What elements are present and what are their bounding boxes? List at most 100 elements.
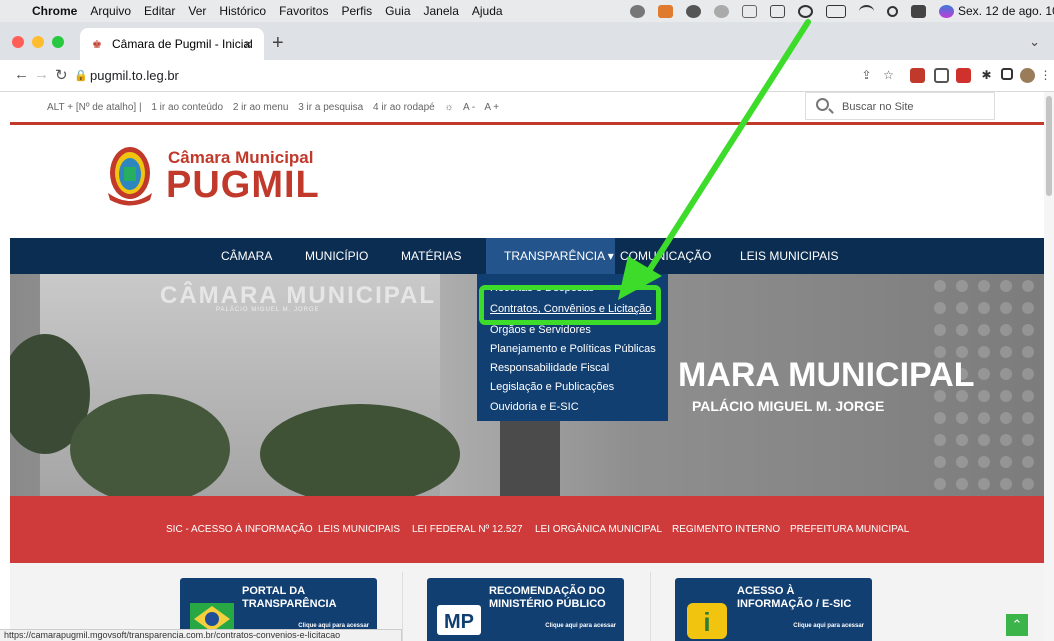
tab-close-icon[interactable]: × <box>244 36 252 52</box>
profile-avatar[interactable] <box>1020 68 1035 83</box>
pdf-extension-icon[interactable] <box>934 68 949 83</box>
battery-icon[interactable] <box>826 4 846 18</box>
link-leis-municipais[interactable]: LEIS MUNICIPAIS <box>318 524 400 535</box>
link-prefeitura[interactable]: PREFEITURA MUNICIPAL <box>790 524 909 535</box>
skip-to-menu-link[interactable]: 2 ir ao menu <box>233 102 289 113</box>
tray-app-icon[interactable] <box>630 4 645 18</box>
siri-icon[interactable] <box>939 4 954 18</box>
dropdown-legislacao-publicacoes[interactable]: Legislação e Publicações <box>490 381 614 393</box>
tray-app-icon[interactable] <box>742 4 757 18</box>
nav-transparencia-label: TRANSPARÊNCIA ▾ <box>504 249 614 263</box>
reload-icon[interactable]: ↻ <box>55 66 68 84</box>
highlight-box <box>479 285 661 325</box>
shortcut-hint: ALT + [Nº de atalho] | <box>47 102 142 113</box>
dropdown-orgaos-servidores[interactable]: Órgãos e Servidores <box>490 324 591 336</box>
menu-perfis[interactable]: Perfis <box>341 4 372 18</box>
hero-dot <box>978 346 990 358</box>
record-icon[interactable] <box>798 4 813 18</box>
hero-dot <box>956 368 968 380</box>
site-logo[interactable]: Câmara Municipal PUGMIL <box>100 140 320 215</box>
back-to-top-button[interactable]: ⌃ <box>1006 614 1028 636</box>
skip-to-search-link[interactable]: 3 ir a pesquisa <box>298 102 363 113</box>
tray-app-icon[interactable] <box>714 4 729 18</box>
tray-app-icon[interactable] <box>686 4 701 18</box>
menu-arquivo[interactable]: Arquivo <box>90 4 131 18</box>
menu-app-name[interactable]: Chrome <box>32 4 77 18</box>
tab-search-chevron-icon[interactable]: ⌄ <box>1029 34 1040 50</box>
browser-toolbar: ← → ↻ 🔒 pugmil.to.leg.br ⇪ ☆ ✱ ⋮ <box>0 60 1054 92</box>
menu-favoritos[interactable]: Favoritos <box>279 4 328 18</box>
lock-icon[interactable]: 🔒 <box>74 69 88 82</box>
extension-icon[interactable] <box>910 68 925 83</box>
side-panel-icon[interactable] <box>1001 68 1013 80</box>
skip-to-content-link[interactable]: 1 ir ao conteúdo <box>151 102 223 113</box>
menu-ajuda[interactable]: Ajuda <box>472 4 503 18</box>
dropdown-responsabilidade-fiscal[interactable]: Responsabilidade Fiscal <box>490 362 609 374</box>
nav-comunicacao[interactable]: COMUNICAÇÃO <box>620 249 711 263</box>
window-zoom-button[interactable] <box>52 36 64 48</box>
window-close-button[interactable] <box>12 36 24 48</box>
menu-guia[interactable]: Guia <box>385 4 410 18</box>
new-tab-button[interactable]: + <box>272 32 284 55</box>
link-sic[interactable]: SIC - ACESSO À INFORMAÇÃO <box>166 524 313 535</box>
search-placeholder: Buscar no Site <box>842 101 914 113</box>
skip-to-footer-link[interactable]: 4 ir ao rodapé <box>373 102 435 113</box>
wifi-icon[interactable] <box>859 4 874 18</box>
banner-title-line1: PORTAL DA <box>242 585 306 597</box>
back-arrow-icon[interactable]: ← <box>14 66 29 83</box>
menu-ver[interactable]: Ver <box>188 4 206 18</box>
page-scrollbar[interactable] <box>1044 92 1054 641</box>
font-decrease-button[interactable]: A - <box>463 102 475 113</box>
menubar-clock[interactable]: Sex. 12 de ago. 10:1 <box>958 4 1054 18</box>
quick-links-bar: SIC - ACESSO À INFORMAÇÃO LEIS MUNICIPAI… <box>10 496 1044 563</box>
link-lei-organica[interactable]: LEI ORGÂNICA MUNICIPAL <box>535 524 662 535</box>
link-regimento-interno[interactable]: REGIMENTO INTERNO <box>672 524 780 535</box>
hero-dot <box>934 434 946 446</box>
banner-acesso-informacao[interactable]: i ACESSO À INFORMAÇÃO / E-SIC Clique aqu… <box>675 578 872 641</box>
link-lei-federal[interactable]: LEI FEDERAL Nº 12.527 <box>412 524 523 535</box>
control-center-icon[interactable] <box>911 4 926 18</box>
more-menu-icon[interactable]: ⋮ <box>1038 68 1053 83</box>
extensions-puzzle-icon[interactable]: ✱ <box>979 68 994 83</box>
logo-line2: PUGMIL <box>166 164 320 206</box>
forward-arrow-icon[interactable]: → <box>34 66 49 83</box>
address-bar[interactable]: pugmil.to.leg.br <box>90 68 179 83</box>
mp-logo-icon: MP <box>437 605 481 635</box>
status-tray <box>630 0 954 22</box>
hero-dot <box>1000 412 1012 424</box>
bookmark-star-icon[interactable]: ☆ <box>881 68 896 83</box>
nav-municipio[interactable]: MUNICÍPIO <box>305 249 368 263</box>
accessibility-bar: ALT + [Nº de atalho] | 1 ir ao conteúdo … <box>0 92 1044 122</box>
site-search-input[interactable]: Buscar no Site <box>805 92 995 120</box>
scrollbar-thumb[interactable] <box>1046 96 1052 196</box>
hero-dot <box>956 324 968 336</box>
nav-camara[interactable]: CÂMARA <box>221 249 272 263</box>
nav-leis-municipais[interactable]: LEIS MUNICIPAIS <box>740 249 838 263</box>
search-icon[interactable] <box>816 98 829 111</box>
nav-transparencia[interactable]: TRANSPARÊNCIA ▾ <box>486 238 615 274</box>
contrast-icon[interactable]: ☼ <box>445 102 454 113</box>
tab-camara-pugmil[interactable]: ♚ Câmara de Pugmil - Inicial × <box>80 28 264 60</box>
window-minimize-button[interactable] <box>32 36 44 48</box>
banner-ministerio-publico[interactable]: MP RECOMENDAÇÃO DO MINISTÉRIO PÚBLICO Cl… <box>427 578 624 641</box>
menu-editar[interactable]: Editar <box>144 4 175 18</box>
dropdown-planejamento[interactable]: Planejamento e Políticas Públicas <box>490 343 656 355</box>
hero-dot <box>1000 390 1012 402</box>
hero-dot <box>934 280 946 292</box>
header-divider <box>10 122 1044 125</box>
hero-dot <box>956 412 968 424</box>
hero-dot <box>978 456 990 468</box>
nav-materias[interactable]: MATÉRIAS <box>401 249 461 263</box>
tray-app-icon[interactable] <box>658 4 673 18</box>
hero-dot <box>934 478 946 490</box>
menu-historico[interactable]: Histórico <box>219 4 266 18</box>
spotlight-icon[interactable] <box>887 5 898 17</box>
screen-mirror-icon[interactable] <box>770 4 785 18</box>
dropdown-ouvidoria-esic[interactable]: Ouvidoria e E-SIC <box>490 401 579 413</box>
acrobat-extension-icon[interactable] <box>956 68 971 83</box>
share-icon[interactable]: ⇪ <box>859 68 874 83</box>
font-increase-button[interactable]: A + <box>484 102 499 113</box>
banner-cta: Clique aqui para acessar <box>545 623 616 629</box>
banner-title-line2: TRANSPARÊNCIA <box>242 598 337 610</box>
menu-janela[interactable]: Janela <box>424 4 459 18</box>
